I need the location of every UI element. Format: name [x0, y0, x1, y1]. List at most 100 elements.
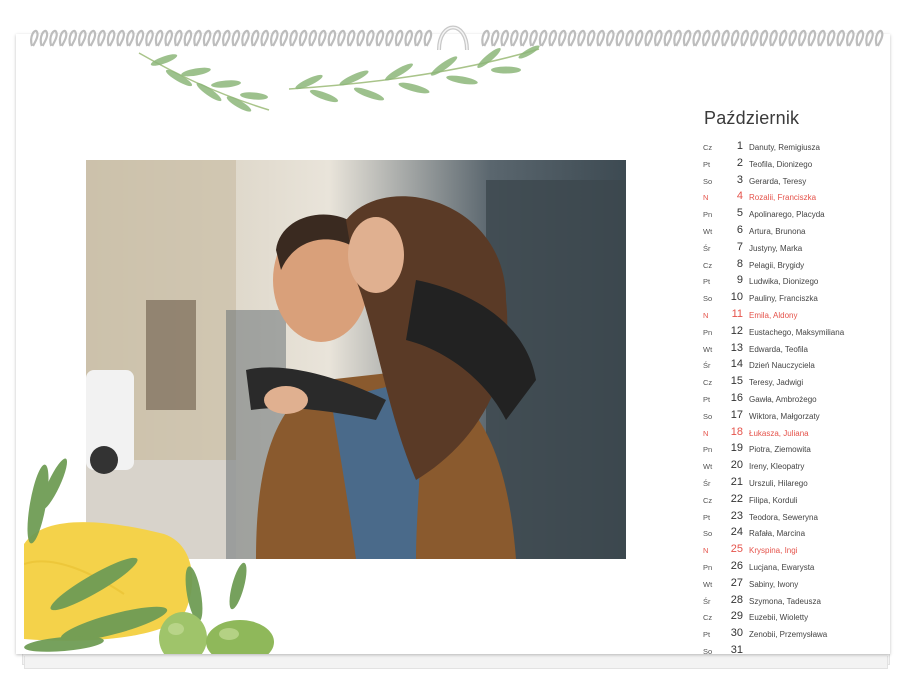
spiral-coil [30, 29, 39, 47]
day-row: Wt 6 Artura, Brunona [703, 224, 903, 241]
spiral-coil [68, 29, 77, 47]
spiral-coil [740, 29, 749, 47]
name-day-label: Euzebii, Wioletty [749, 613, 809, 623]
weekday-label: N [703, 310, 709, 320]
day-row: Pn 19 Piotra, Ziemowita [703, 442, 903, 459]
day-list: Cz 1 Danuty, Remigiusza Pt 2 Teofila, Dionize… [703, 140, 903, 661]
spiral-coil [846, 29, 855, 47]
weekday-label: Śr [703, 596, 711, 606]
day-row: N 11 Emila, Aldony [703, 308, 903, 325]
day-row: Śr 21 Urszuli, Hilarego [703, 476, 903, 493]
weekday-label: Pt [703, 277, 711, 287]
weekday-label: So [703, 294, 713, 304]
spiral-coil [538, 29, 548, 47]
spiral-coil [289, 29, 298, 47]
spiral-coil [366, 29, 375, 47]
calendar-hanger [437, 25, 469, 51]
day-row: Pt 2 Teofila, Dionizego [703, 157, 903, 174]
weekday-label: Wt [703, 579, 713, 589]
spiral-coil [58, 29, 68, 47]
spiral-coil [673, 29, 682, 47]
day-number: 25 [730, 543, 743, 556]
day-row: So 10 Pauliny, Franciszka [703, 291, 903, 308]
name-day-label: Teresy, Jadwigi [749, 378, 804, 388]
day-number: 9 [736, 274, 743, 287]
spiral-coil [615, 29, 625, 47]
weekday-label: Pt [703, 512, 711, 522]
day-number: 24 [730, 526, 743, 539]
spiral-coil [164, 29, 173, 47]
day-row: So 31 [703, 644, 903, 661]
spiral-coil [337, 29, 346, 47]
weekday-label: So [703, 176, 713, 186]
name-day-label: Ludwika, Dionizego [749, 277, 819, 287]
spiral-coil [730, 29, 740, 47]
day-row: Cz 1 Danuty, Remigiusza [703, 140, 903, 157]
spiral-coil [788, 29, 797, 47]
weekday-label: Wt [703, 462, 713, 472]
spiral-coil [711, 29, 721, 47]
day-number: 2 [736, 156, 743, 169]
name-day-label: Rozalii, Franciszka [749, 193, 817, 203]
day-number: 10 [730, 291, 743, 304]
spiral-coil [874, 29, 884, 47]
spiral-coil [260, 29, 269, 47]
spiral-coil [769, 29, 778, 47]
day-number: 31 [730, 643, 743, 656]
spiral-coil [145, 29, 154, 47]
spiral-coil [404, 29, 413, 47]
spiral-coil [692, 29, 701, 47]
day-number: 1 [736, 140, 743, 152]
day-number: 20 [730, 459, 743, 472]
weekday-label: Pn [703, 210, 713, 220]
spiral-coil [375, 29, 385, 47]
spiral-coil [798, 29, 807, 47]
day-row: N 25 Kryspina, Ingi [703, 543, 903, 560]
spiral-coil [558, 29, 567, 47]
spiral-coil [154, 29, 164, 47]
name-day-label: Wiktora, Małgorzaty [749, 411, 820, 421]
spiral-coil [327, 29, 337, 47]
day-row: So 17 Wiktora, Małgorzaty [703, 409, 903, 426]
weekday-label: Pt [703, 630, 711, 640]
day-number: 4 [736, 190, 743, 203]
name-day-label: Lucjana, Ewarysta [749, 562, 815, 572]
name-day-label: Artura, Brunona [749, 226, 806, 236]
spiral-coil [39, 29, 49, 47]
name-day-label: Filipa, Korduli [749, 495, 798, 505]
weekday-label: Pt [703, 394, 711, 404]
day-row: Śr 28 Szymona, Tadeusza [703, 594, 903, 611]
weekday-label: Wt [703, 226, 713, 236]
weekday-label: N [703, 546, 709, 556]
spiral-coil [49, 29, 58, 47]
name-day-label: Łukasza, Juliana [749, 428, 809, 438]
day-row: Pn 12 Eustachego, Maksymiliana [703, 325, 903, 342]
weekday-label: N [703, 428, 709, 438]
spiral-coil [586, 29, 596, 47]
day-number: 3 [736, 173, 743, 186]
spiral-coil [202, 29, 212, 47]
spiral-coil [385, 29, 394, 47]
spiral-coil [356, 29, 365, 47]
spiral-coil [414, 29, 423, 47]
name-day-label: Apolinarego, Placyda [749, 210, 825, 220]
weekday-label: Cz [703, 260, 713, 270]
weekday-label: Śr [703, 478, 711, 488]
spiral-coil [836, 29, 845, 47]
day-number: 5 [736, 207, 743, 220]
spiral-coil [116, 29, 125, 47]
spiral-coil [759, 29, 769, 47]
weekday-label: Śr [703, 243, 711, 253]
spiral-coil [519, 29, 529, 47]
day-row: Śr 14 Dzień Nauczyciela [703, 358, 903, 375]
month-title: Październik [704, 108, 800, 128]
day-number: 27 [730, 576, 743, 589]
day-row: Wt 27 Sabiny, Iwony [703, 577, 903, 594]
day-number: 16 [730, 391, 743, 404]
day-number: 30 [730, 627, 743, 640]
day-number: 13 [730, 341, 743, 354]
name-day-label: Danuty, Remigiusza [749, 143, 820, 152]
spiral-coil [78, 29, 87, 47]
spiral-coil [750, 29, 759, 47]
weekday-label: So [703, 411, 713, 421]
